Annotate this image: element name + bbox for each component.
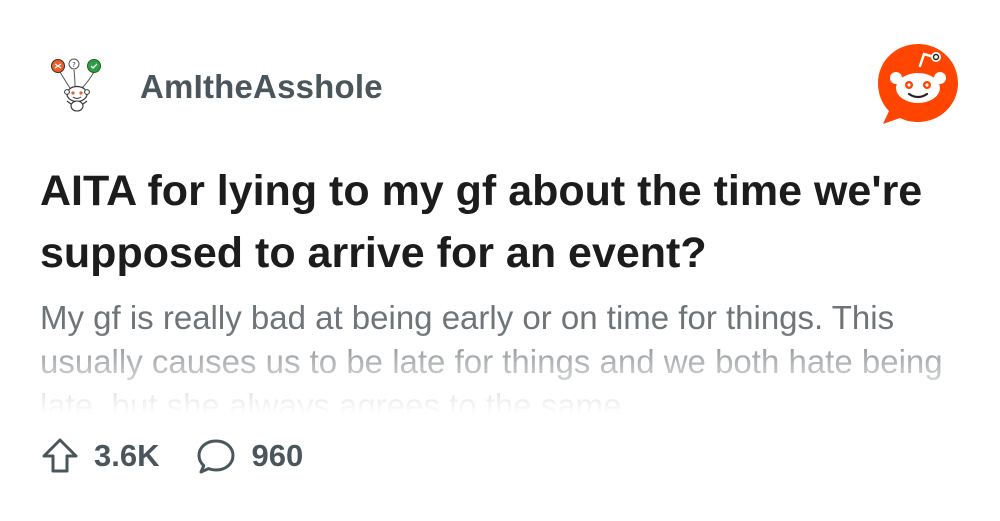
svg-text:?: ? xyxy=(72,61,76,69)
upvote-arrow-icon[interactable] xyxy=(40,436,80,476)
subreddit-name[interactable]: AmItheAsshole xyxy=(140,68,383,106)
post-title[interactable]: AITA for lying to my gf about the time w… xyxy=(40,160,970,284)
upvote-stat[interactable]: 3.6K xyxy=(40,436,159,476)
post-stats: 3.6K 960 xyxy=(40,432,339,480)
comment-count: 960 xyxy=(251,438,304,473)
upvote-count: 3.6K xyxy=(94,438,160,473)
subreddit-avatar-icon[interactable]: ? xyxy=(46,54,106,114)
comment-stat[interactable]: 960 xyxy=(195,436,303,476)
post-card[interactable]: ? AmItheAsshole AITA for lying to my gf … xyxy=(0,0,1000,521)
reddit-logo-icon xyxy=(878,44,958,124)
post-body-container[interactable]: My gf is really bad at being early or on… xyxy=(40,296,970,418)
post-body: My gf is really bad at being early or on… xyxy=(40,299,943,418)
comment-bubble-icon[interactable] xyxy=(195,436,237,476)
